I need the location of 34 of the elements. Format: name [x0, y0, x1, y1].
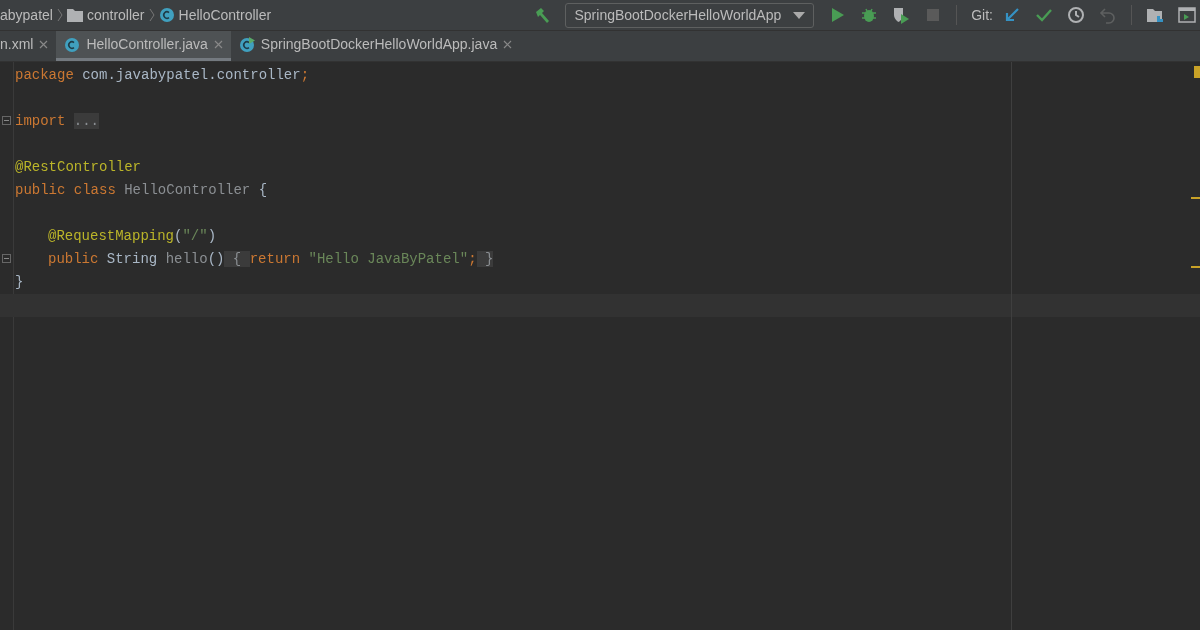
code-line: }	[14, 273, 24, 292]
chevron-icon	[56, 8, 63, 22]
close-icon[interactable]	[213, 40, 223, 49]
editor-tab[interactable]: HelloController.java	[56, 31, 231, 61]
folder-grid-icon[interactable]	[1146, 6, 1164, 24]
dropdown-caret-icon	[793, 11, 806, 19]
warning-marker[interactable]	[1194, 66, 1200, 78]
fold-icon[interactable]	[2, 116, 11, 125]
breadcrumb-item[interactable]: abypatel	[0, 4, 53, 26]
arrow-down-left-icon[interactable]	[1003, 6, 1021, 24]
clock-icon[interactable]	[1067, 6, 1085, 24]
code-line: @RestController	[14, 158, 142, 177]
run-configuration-dropdown[interactable]: SpringBootDockerHelloWorldApp	[565, 2, 815, 28]
chevron-icon	[148, 8, 155, 22]
code-line: package com.javabypatel.controller;	[14, 66, 310, 85]
bug-icon[interactable]	[860, 6, 879, 24]
code-line: @RequestMapping("/")	[47, 227, 217, 246]
folder-icon	[66, 8, 83, 22]
editor-tab[interactable]: n.xml	[0, 31, 57, 61]
class-icon	[238, 36, 255, 53]
breadcrumb-item[interactable]: controller	[86, 4, 145, 26]
code-line: import ...	[14, 112, 100, 131]
code-line: public String hello() { return "Hello JavaByPatel"; }	[47, 250, 494, 269]
fold-icon[interactable]	[2, 254, 11, 263]
shield-run-icon[interactable]	[892, 6, 911, 24]
class-icon	[158, 7, 175, 23]
editor-tab[interactable]: SpringBootDockerHelloWorldApp.java	[230, 31, 521, 61]
code-line: public class HelloController {	[14, 181, 268, 200]
close-icon[interactable]	[503, 40, 513, 49]
class-icon	[64, 36, 81, 53]
close-icon[interactable]	[39, 40, 49, 49]
window-run-icon[interactable]	[1178, 6, 1196, 24]
git-label: Git:	[971, 5, 993, 25]
breadcrumb-item[interactable]: HelloController	[178, 4, 272, 26]
